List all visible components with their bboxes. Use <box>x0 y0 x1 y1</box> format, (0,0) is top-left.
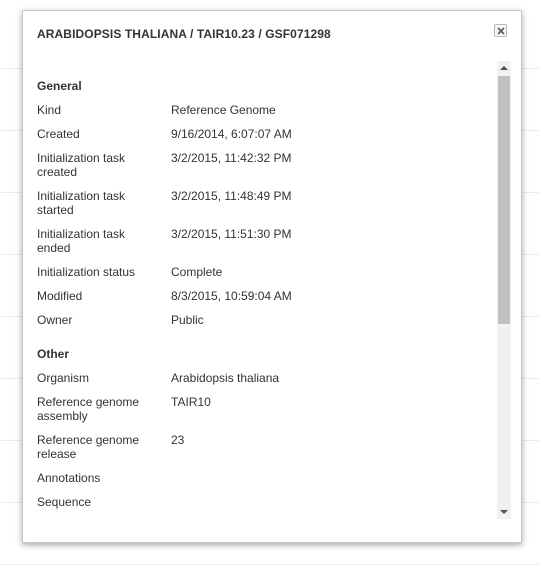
field-label-init-task-created: Initialization task created <box>37 151 126 179</box>
field-label-owner: Owner <box>37 313 73 327</box>
vertical-scrollbar[interactable] <box>497 61 511 519</box>
dialog-title: ARABIDOPSIS THALIANA / TAIR10.23 / GSF07… <box>37 27 331 41</box>
field-value-genome-assembly: TAIR10 <box>171 395 211 409</box>
field-value-init-task-ended: 3/2/2015, 11:51:30 PM <box>171 227 292 241</box>
details-scroll-area[interactable]: General Kind Reference Genome Created 9/… <box>23 57 513 525</box>
field-label-init-task-ended: Initialization task ended <box>37 227 126 255</box>
field-value-init-task-created: 3/2/2015, 11:42:32 PM <box>171 151 292 165</box>
background-divider <box>0 564 539 565</box>
field-value-created: 9/16/2014, 6:07:07 AM <box>171 127 292 141</box>
section-heading-other: Other <box>37 347 70 361</box>
field-value-owner: Public <box>171 313 204 327</box>
details-dialog: ARABIDOPSIS THALIANA / TAIR10.23 / GSF07… <box>22 10 522 543</box>
scroll-up-arrow-icon[interactable] <box>497 61 511 75</box>
field-value-init-status: Complete <box>171 265 223 279</box>
field-label-init-status: Initialization status <box>37 265 136 279</box>
scroll-down-arrow-icon[interactable] <box>497 505 511 519</box>
field-label-annotations: Annotations <box>37 471 101 485</box>
field-label-organism: Organism <box>37 371 90 385</box>
close-button[interactable] <box>494 24 507 37</box>
section-heading-general: General <box>37 79 82 93</box>
field-label-genome-release: Reference genome release <box>37 433 140 461</box>
field-label-created: Created <box>37 127 80 141</box>
field-value-genome-release: 23 <box>171 433 185 447</box>
close-icon <box>497 27 505 35</box>
field-value-modified: 8/3/2015, 10:59:04 AM <box>171 289 292 303</box>
scrollbar-thumb[interactable] <box>498 76 510 324</box>
field-label-init-task-started: Initialization task started <box>37 189 126 217</box>
field-label-modified: Modified <box>37 289 83 303</box>
field-label-kind: Kind <box>37 103 62 117</box>
field-value-init-task-started: 3/2/2015, 11:48:49 PM <box>171 189 292 203</box>
field-label-genome-assembly: Reference genome assembly <box>37 395 140 423</box>
field-value-kind: Reference Genome <box>171 103 276 117</box>
field-label-sequence: Sequence <box>37 495 92 509</box>
field-value-organism: Arabidopsis thaliana <box>171 371 280 385</box>
